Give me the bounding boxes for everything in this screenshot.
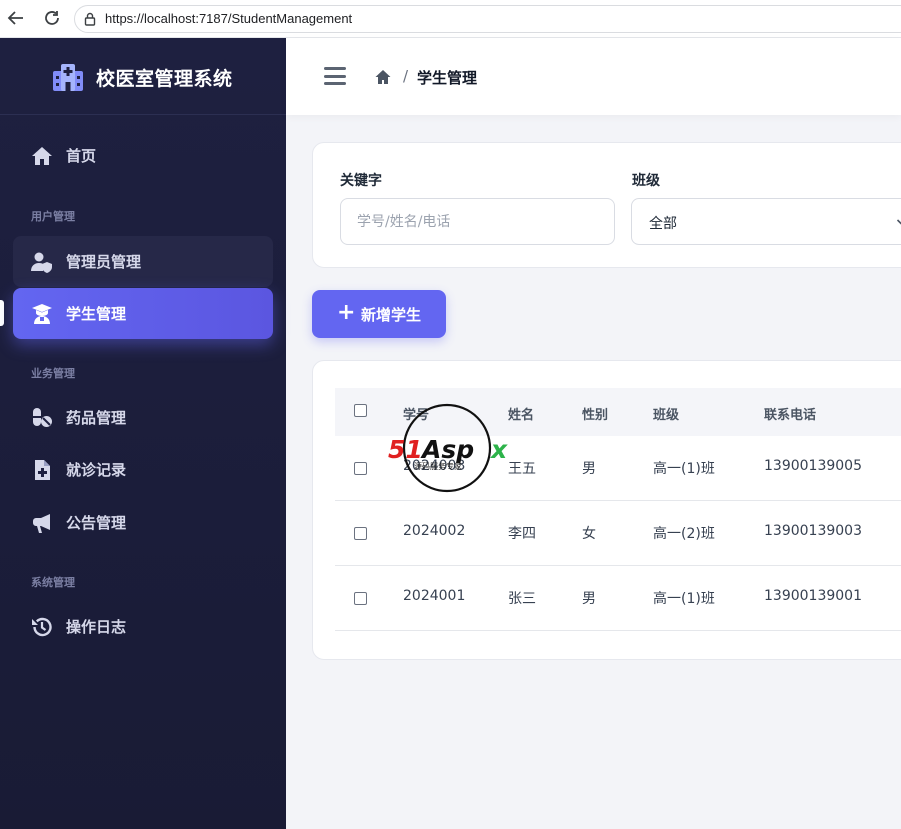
cell-student-id: 2024001 (403, 588, 466, 604)
sidebar-item-logs[interactable]: 操作日志 (13, 601, 273, 652)
sidebar-item-label: 首页 (66, 147, 97, 165)
breadcrumb-home-icon[interactable] (375, 69, 391, 85)
user-shield-icon (31, 252, 52, 273)
cell-class: 高一(1)班 (653, 591, 715, 607)
sidebar-item-admin[interactable]: 管理员管理 (13, 236, 273, 287)
sidebar-item-label: 药品管理 (66, 409, 127, 427)
table-row[interactable]: 2024002 李四 女 高一(2)班 13900139003 (335, 501, 901, 566)
sidebar-item-notices[interactable]: 公告管理 (13, 497, 273, 548)
cell-phone: 13900139003 (764, 523, 862, 539)
sidebar-item-label: 就诊记录 (66, 461, 127, 479)
row-checkbox[interactable] (354, 462, 367, 475)
row-checkbox[interactable] (354, 592, 367, 605)
svg-text:x: x (489, 435, 508, 464)
hospital-building-icon (53, 64, 83, 91)
section-label-business: 业务管理 (31, 367, 75, 380)
megaphone-icon (33, 514, 50, 533)
graduate-icon (32, 304, 52, 324)
back-arrow-icon[interactable] (6, 9, 26, 29)
cell-student-id: 2024002 (403, 523, 466, 539)
medical-file-icon (35, 460, 50, 480)
address-bar[interactable]: https://localhost:7187/StudentManagement (74, 5, 901, 33)
class-select[interactable]: 全部 (631, 198, 901, 245)
sidebar-item-label: 管理员管理 (66, 253, 142, 271)
pills-icon (33, 408, 52, 427)
select-all-checkbox[interactable] (354, 404, 367, 417)
sidebar-item-student[interactable]: 学生管理 (13, 288, 273, 339)
cell-phone: 13900139005 (764, 458, 862, 474)
home-icon (32, 147, 52, 165)
brand: 校医室管理系统 (0, 38, 286, 115)
keyword-label: 关键字 (340, 173, 382, 189)
sidebar-item-label: 学生管理 (66, 305, 127, 323)
watermark-logo: 51 Asp x 源码服务专家 (388, 403, 508, 493)
cell-gender: 男 (582, 461, 596, 477)
browser-toolbar: https://localhost:7187/StudentManagement (0, 0, 901, 38)
class-select-value: 全部 (649, 216, 677, 232)
sidebar-item-visits[interactable]: 就诊记录 (13, 444, 273, 495)
column-header-phone[interactable]: 联系电话 (764, 404, 816, 423)
reload-icon[interactable] (42, 9, 62, 29)
svg-text:51: 51 (388, 435, 423, 464)
filter-card: 关键字 班级 全部 (312, 142, 901, 268)
cell-name: 王五 (508, 461, 536, 477)
chevron-down-icon (896, 219, 901, 225)
column-header-class[interactable]: 班级 (653, 404, 679, 423)
history-icon (32, 617, 52, 637)
cell-class: 高一(1)班 (653, 461, 715, 477)
site-info-icon[interactable] (83, 12, 97, 26)
cell-gender: 女 (582, 526, 596, 542)
svg-text:Asp: Asp (420, 435, 474, 464)
class-label: 班级 (632, 173, 660, 189)
cell-class: 高一(2)班 (653, 526, 715, 542)
cell-phone: 13900139001 (764, 588, 862, 604)
keyword-search-input[interactable] (340, 198, 615, 245)
cell-name: 张三 (508, 591, 536, 607)
active-indicator (0, 300, 4, 326)
breadcrumb-current: 学生管理 (417, 69, 478, 87)
url-text: https://localhost:7187/StudentManagement (105, 11, 353, 26)
cell-name: 李四 (508, 526, 536, 542)
table-row[interactable]: 2024001 张三 男 高一(1)班 13900139001 (335, 566, 901, 631)
cell-gender: 男 (582, 591, 596, 607)
svg-text:源码服务专家: 源码服务专家 (414, 461, 462, 471)
add-student-label: 新增学生 (361, 306, 422, 324)
sidebar-item-home[interactable]: 首页 (13, 130, 273, 181)
sidebar: 校医室管理系统 首页 用户管理 管理员管理 学生管理 业务管理 药品管理 就诊记… (0, 38, 286, 829)
add-student-button[interactable]: + 新增学生 (312, 290, 446, 338)
section-label-system: 系统管理 (31, 576, 75, 589)
row-checkbox[interactable] (354, 527, 367, 540)
plus-icon: + (337, 300, 356, 325)
section-label-user: 用户管理 (31, 210, 75, 223)
sidebar-item-medicine[interactable]: 药品管理 (13, 392, 273, 443)
column-header-gender[interactable]: 性别 (582, 404, 608, 423)
sidebar-item-label: 公告管理 (66, 514, 127, 532)
menu-toggle-icon[interactable] (324, 67, 346, 85)
sidebar-item-label: 操作日志 (66, 618, 127, 636)
app-title: 校医室管理系统 (96, 68, 233, 90)
top-header: / 学生管理 (286, 38, 901, 115)
breadcrumb-separator: / (403, 67, 409, 85)
